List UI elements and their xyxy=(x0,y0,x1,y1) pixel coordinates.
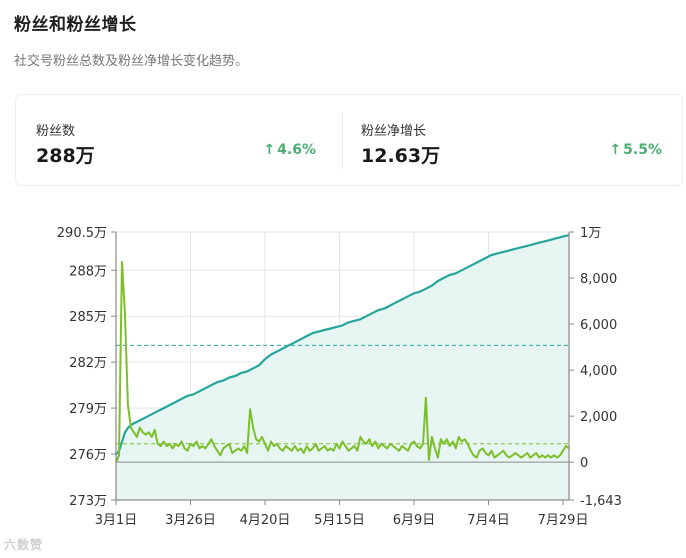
stats-card: 粉丝数 288万 ↑ 4.6% 粉丝净增长 12.63万 ↑ 5.5% xyxy=(15,94,683,186)
chart-area-layer xyxy=(116,235,569,500)
stat-followers-change-value: 4.6% xyxy=(277,142,316,158)
right-tick-label: 2,000 xyxy=(580,410,617,425)
stat-followers: 粉丝数 288万 ↑ 4.6% xyxy=(16,95,342,185)
x-tick-label: 3月26日 xyxy=(165,513,216,528)
right-tick-label: 1万 xyxy=(580,226,601,241)
stat-followers-value: 288万 xyxy=(36,145,95,167)
left-tick-label: 276万 xyxy=(69,448,107,463)
page-subtitle: 社交号粉丝总数及粉丝净增长变化趋势。 xyxy=(14,54,249,69)
x-tick-label: 7月29日 xyxy=(538,513,589,528)
page-title: 粉丝和粉丝增长 xyxy=(14,15,137,35)
right-tick-label: -1,643 xyxy=(580,494,622,509)
stat-net-growth-value: 12.63万 xyxy=(361,145,441,167)
stat-net-growth-change: ↑ 5.5% xyxy=(609,142,662,158)
x-tick-label: 4月20日 xyxy=(240,513,291,528)
left-tick-label: 285万 xyxy=(69,310,107,325)
x-tick-label: 3月1日 xyxy=(95,513,138,528)
stat-net-growth: 粉丝净增长 12.63万 ↑ 5.5% xyxy=(342,95,682,185)
watermark: 六数赞 xyxy=(4,538,44,552)
stat-net-growth-label: 粉丝净增长 xyxy=(361,124,427,139)
arrow-up-icon: ↑ xyxy=(263,142,276,158)
stat-followers-label: 粉丝数 xyxy=(36,124,76,139)
followers-chart: 273万 276万 279万 282万 285万 288万 290.5万 -1,643 0 2,0… xyxy=(57,226,622,528)
right-tick-label: 6,000 xyxy=(580,318,617,333)
left-tick-label: 288万 xyxy=(69,264,107,279)
stat-followers-change: ↑ 4.6% xyxy=(263,142,316,158)
stat-net-growth-change-value: 5.5% xyxy=(623,142,662,158)
right-tick-label: 4,000 xyxy=(580,364,617,379)
right-tick-label: 8,000 xyxy=(580,272,617,287)
left-tick-label: 282万 xyxy=(69,356,107,371)
x-tick-label: 5月15日 xyxy=(314,513,365,528)
left-tick-label: 273万 xyxy=(69,494,107,509)
left-tick-label: 279万 xyxy=(69,402,107,417)
left-tick-label: 290.5万 xyxy=(57,226,107,241)
followers-area xyxy=(116,235,569,500)
arrow-up-icon: ↑ xyxy=(609,142,622,158)
x-tick-label: 7月4日 xyxy=(467,513,510,528)
right-tick-label: 0 xyxy=(580,456,588,471)
x-tick-label: 6月9日 xyxy=(393,513,436,528)
